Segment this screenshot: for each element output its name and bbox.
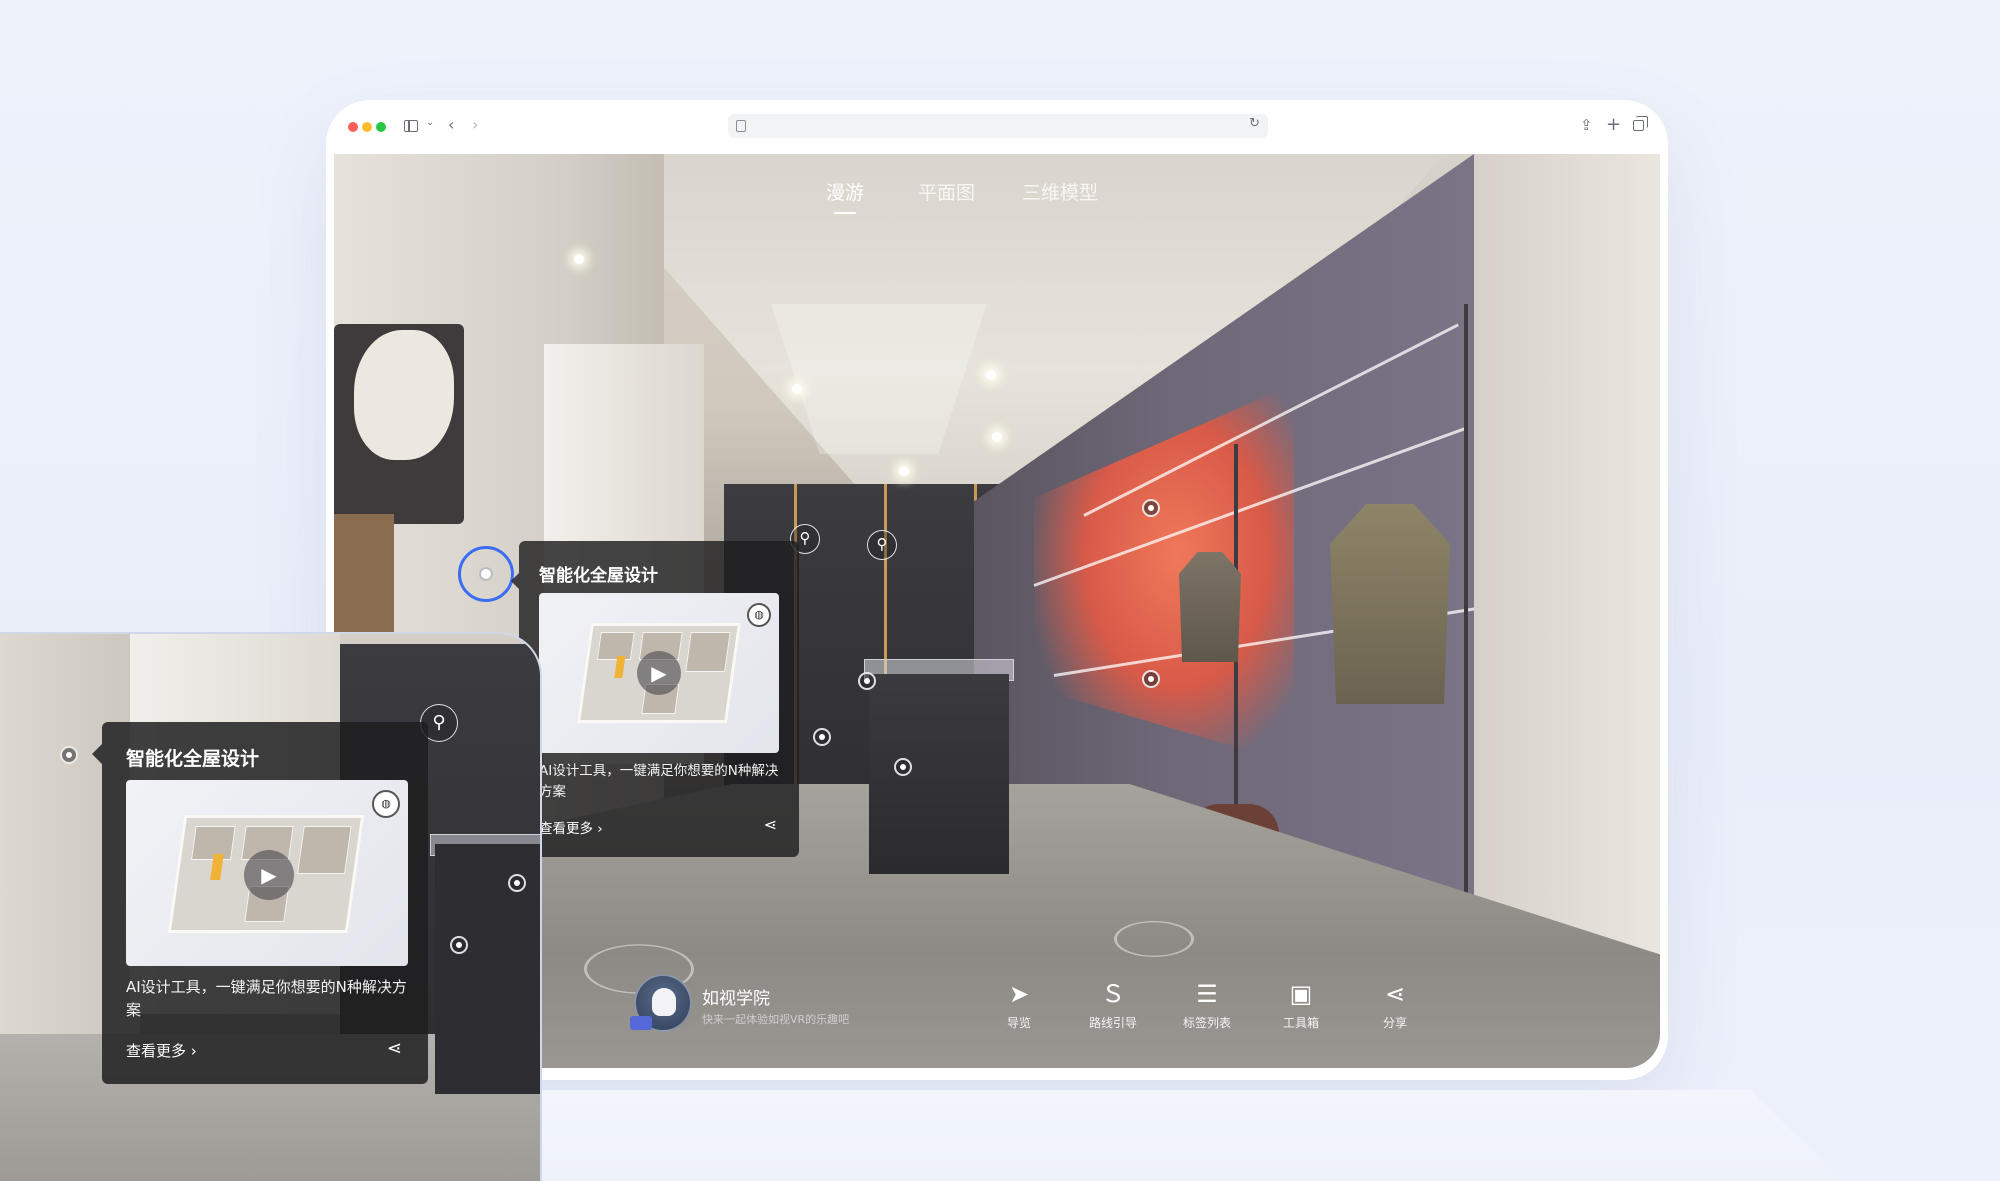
- bottom-bar-navigation[interactable]: ➤ 导览: [974, 980, 1064, 1031]
- ceiling-light: [792, 384, 802, 394]
- vr-badge-icon: ◍: [747, 603, 771, 627]
- card-title: 智能化全屋设计: [126, 748, 260, 770]
- reader-icon[interactable]: [736, 120, 746, 132]
- route-icon: Ｓ: [1101, 980, 1125, 1008]
- bottom-bar-share[interactable]: ⋖ 分享: [1350, 980, 1440, 1031]
- tag-hotspot[interactable]: [1142, 499, 1160, 517]
- view-more-link[interactable]: 查看更多 ›: [539, 817, 603, 837]
- chevron-down-icon[interactable]: ⌄: [426, 117, 434, 128]
- floor-navigation-ring[interactable]: [1114, 921, 1194, 957]
- card-title: 智能化全屋设计: [539, 566, 658, 586]
- address-bar[interactable]: ↻: [728, 114, 1268, 138]
- floorplan-room: [297, 826, 352, 874]
- bottom-bar-label: 标签列表: [1182, 1016, 1231, 1030]
- ceiling-light: [986, 370, 996, 380]
- tag-hotspot[interactable]: [894, 758, 912, 776]
- floorplan-room: [685, 632, 731, 672]
- inset-info-card: 智能化全屋设计 ▶ ◍ AI设计工具，一键满足你想要的N种解决方案 查看更多 ›…: [92, 722, 428, 1084]
- tag-hotspot[interactable]: [1142, 670, 1160, 688]
- tag-hotspot[interactable]: [508, 874, 526, 892]
- floorplan-accent: [614, 656, 626, 678]
- browser-toolbar: ⌄ ‹ › ↻ ⇪ +: [326, 100, 1668, 150]
- share-icon[interactable]: ⋖: [387, 1038, 402, 1059]
- tag-hotspot[interactable]: [858, 672, 876, 690]
- decorative-tray: [542, 1090, 1842, 1181]
- ceiling-light: [899, 466, 909, 476]
- mirror: [354, 330, 454, 460]
- selected-hotspot[interactable]: [458, 546, 514, 602]
- forward-icon[interactable]: ›: [472, 114, 478, 136]
- bottom-bar-label: 分享: [1382, 1016, 1407, 1030]
- tab-floor-plan[interactable]: 平面图: [918, 178, 975, 205]
- wood-panel: [334, 514, 394, 644]
- play-icon[interactable]: ▶: [637, 651, 681, 695]
- share-icon[interactable]: ⋖: [764, 815, 777, 834]
- jacket: [1330, 504, 1450, 704]
- back-icon[interactable]: ‹: [448, 114, 454, 136]
- display-island: [869, 674, 1009, 874]
- tag-hotspot[interactable]: [813, 728, 831, 746]
- ceiling-light: [574, 254, 584, 264]
- minimize-window-button[interactable]: [362, 122, 372, 132]
- zoomed-inset: ⚲ 智能化全屋设计 ▶ ◍ AI设计工具，一键满足你想要的N种解决方案 查看更多…: [0, 632, 542, 1181]
- close-window-button[interactable]: [348, 122, 358, 132]
- reload-icon[interactable]: ↻: [1249, 116, 1260, 131]
- brand-subtitle: 快来一起体验如视VR的乐趣吧: [702, 1013, 850, 1026]
- vr-badge-icon: ◍: [372, 790, 400, 818]
- view-mode-tabs: 漫游 平面图 三维模型: [334, 178, 1660, 218]
- tab-3d-model[interactable]: 三维模型: [1022, 178, 1098, 205]
- floorplan-room: [596, 632, 635, 660]
- share-icon: ⋖: [1384, 980, 1406, 1008]
- card-description: AI设计工具，一键满足你想要的N种解决方案: [126, 978, 407, 1019]
- share-page-icon[interactable]: ⇪: [1580, 114, 1593, 136]
- search-hotspot-icon[interactable]: ⚲: [867, 530, 897, 560]
- bottom-bar-tag-list[interactable]: ☰ 标签列表: [1162, 980, 1252, 1031]
- toolbox-icon: ▣: [1289, 980, 1313, 1008]
- brand-name: 如视学院: [702, 989, 770, 1009]
- play-icon[interactable]: ▶: [244, 850, 294, 900]
- tag-list-icon: ☰: [1196, 980, 1218, 1008]
- tab-overview-icon[interactable]: [1633, 116, 1648, 131]
- zoom-window-button[interactable]: [376, 122, 386, 132]
- floorplan-accent: [210, 854, 224, 880]
- new-tab-icon[interactable]: +: [1606, 114, 1621, 136]
- view-more-link[interactable]: 查看更多 ›: [126, 1040, 197, 1061]
- sidebar-toggle-icon[interactable]: [404, 120, 418, 132]
- card-description: AI设计工具，一键满足你想要的N种解决方案: [539, 763, 779, 800]
- bottom-bar-route[interactable]: Ｓ 路线引导: [1068, 980, 1158, 1031]
- navigation-icon: ➤: [1008, 980, 1030, 1008]
- tag-hotspot[interactable]: [60, 746, 78, 764]
- bottom-bar-label: 工具箱: [1282, 1016, 1319, 1030]
- tag-hotspot[interactable]: [450, 936, 468, 954]
- bottom-bar-label: 路线引导: [1088, 1016, 1137, 1030]
- jacket: [1179, 552, 1241, 662]
- card-video-thumbnail[interactable]: ▶ ◍: [126, 780, 408, 966]
- hotspot-info-card: 智能化全屋设计 ▶ ◍ AI设计工具，一键满足你想要的N种解决方案 查看更多 ›…: [511, 541, 799, 857]
- ceiling-light: [992, 432, 1002, 442]
- bottom-bar-toolbox[interactable]: ▣ 工具箱: [1256, 980, 1346, 1031]
- bottom-bar-label: 导览: [1006, 1016, 1031, 1030]
- tab-walkthrough[interactable]: 漫游: [826, 178, 864, 214]
- card-video-thumbnail[interactable]: ▶ ◍: [539, 593, 779, 753]
- chat-tag-icon: [630, 1016, 652, 1030]
